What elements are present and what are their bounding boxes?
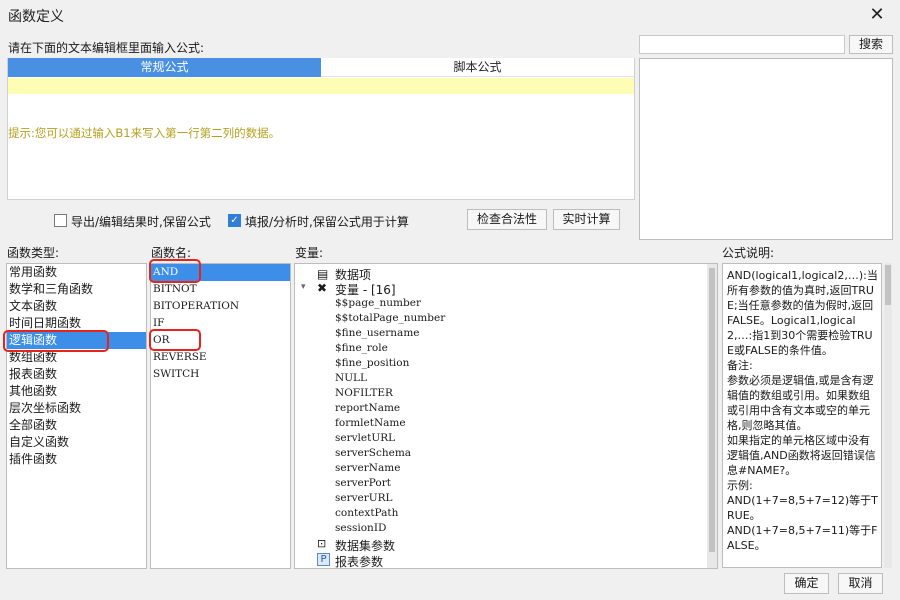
scrollbar-thumb[interactable]	[709, 268, 715, 552]
current-line-highlight	[8, 78, 634, 94]
list-item[interactable]: 插件函数	[7, 451, 146, 468]
export-keep-label: 导出/编辑结果时,保留公式	[71, 215, 211, 229]
list-item[interactable]: 数学和三角函数	[7, 281, 146, 298]
formula-description: AND(logical1,logical2,…):当所有参数的值为真时,返回TR…	[727, 269, 878, 552]
variable-item[interactable]: NULL	[335, 372, 367, 384]
tree-node-dataset-params[interactable]: 数据集参数	[335, 537, 395, 554]
list-item[interactable]: SWITCH	[151, 366, 290, 383]
description-label: 公式说明:	[722, 246, 775, 260]
realtime-calc-button[interactable]: 实时计算	[553, 209, 620, 230]
list-item[interactable]: 其他函数	[7, 383, 146, 400]
function-names-list[interactable]: AND BITNOT BITOPERATION IF OR REVERSE SW…	[149, 259, 291, 569]
dataset-params-icon: ⊡	[317, 537, 327, 550]
fill-keep-checkbox[interactable]: ✓	[228, 214, 241, 227]
scrollbar[interactable]	[884, 263, 892, 568]
variable-item[interactable]: formletName	[335, 417, 406, 429]
variable-item[interactable]: NOFILTER	[335, 387, 393, 399]
function-types-list[interactable]: 常用函数 数学和三角函数 文本函数 时间日期函数 逻辑函数 数组函数 报表函数 …	[3, 263, 147, 569]
list-item[interactable]: 全部函数	[7, 417, 146, 434]
variable-item[interactable]: sessionID	[335, 522, 386, 534]
list-item[interactable]: 常用函数	[7, 264, 146, 281]
function-types-label: 函数类型:	[7, 246, 60, 260]
list-item[interactable]: BITNOT	[151, 281, 290, 298]
close-icon[interactable]: ✕	[866, 4, 888, 26]
formula-description-panel: AND(logical1,logical2,…):当所有参数的值为真时,返回TR…	[722, 263, 882, 568]
search-results-panel[interactable]	[639, 58, 893, 240]
title-bar	[0, 0, 900, 32]
export-keep-checkbox[interactable]	[54, 214, 67, 227]
tab-regular-formula[interactable]: 常规公式	[8, 58, 321, 77]
variable-item[interactable]: serverName	[335, 462, 400, 474]
variable-item[interactable]: $fine_role	[335, 342, 388, 354]
data-item-icon: ▤	[317, 267, 329, 281]
variable-item[interactable]: $$page_number	[335, 297, 421, 309]
report-params-icon: P	[317, 553, 330, 566]
variable-item[interactable]: reportName	[335, 402, 400, 414]
variable-item[interactable]: servletURL	[335, 432, 395, 444]
variables-label: 变量:	[295, 246, 324, 260]
highlight-box	[3, 330, 109, 352]
scrollbar[interactable]	[707, 264, 717, 568]
highlight-box	[149, 329, 201, 351]
tree-node-variables[interactable]: 变量 - [16]	[335, 281, 396, 298]
list-item[interactable]: 报表函数	[7, 366, 146, 383]
variable-item[interactable]: serverSchema	[335, 447, 411, 459]
variable-item[interactable]: contextPath	[335, 507, 398, 519]
formula-prompt: 请在下面的文本编辑框里面输入公式:	[8, 41, 205, 55]
variable-item[interactable]: $fine_position	[335, 357, 409, 369]
variable-item[interactable]: $fine_username	[335, 327, 420, 339]
tree-node-report-params[interactable]: 报表参数	[335, 553, 383, 570]
list-item[interactable]: 文本函数	[7, 298, 146, 315]
variable-icon: ✖	[317, 281, 328, 295]
search-input[interactable]	[639, 35, 845, 54]
list-item[interactable]: 自定义函数	[7, 434, 146, 451]
variables-tree[interactable]: ▤ 数据项 ▾ ✖ 变量 - [16] $$page_number $$tota…	[294, 263, 718, 569]
collapse-icon[interactable]: ▾	[301, 282, 306, 292]
editor-hint: 提示:您可以通过输入B1来写入第一行第二列的数据。	[8, 126, 281, 140]
variable-item[interactable]: $$totalPage_number	[335, 312, 445, 324]
tab-script-formula[interactable]: 脚本公式	[321, 58, 634, 77]
variable-item[interactable]: serverPort	[335, 477, 391, 489]
fill-keep-label: 填报/分析时,保留公式用于计算	[245, 215, 409, 229]
list-item[interactable]: BITOPERATION	[151, 298, 290, 315]
variable-item[interactable]: serverURL	[335, 492, 393, 504]
ok-button[interactable]: 确定	[784, 573, 829, 594]
search-button[interactable]: 搜索	[849, 35, 893, 54]
list-item[interactable]: REVERSE	[151, 349, 290, 366]
scrollbar-thumb[interactable]	[885, 265, 891, 305]
cancel-button[interactable]: 取消	[838, 573, 883, 594]
check-validity-button[interactable]: 检查合法性	[467, 209, 547, 230]
dialog-title: 函数定义	[8, 9, 64, 25]
list-item[interactable]: 层次坐标函数	[7, 400, 146, 417]
highlight-box	[149, 259, 201, 283]
